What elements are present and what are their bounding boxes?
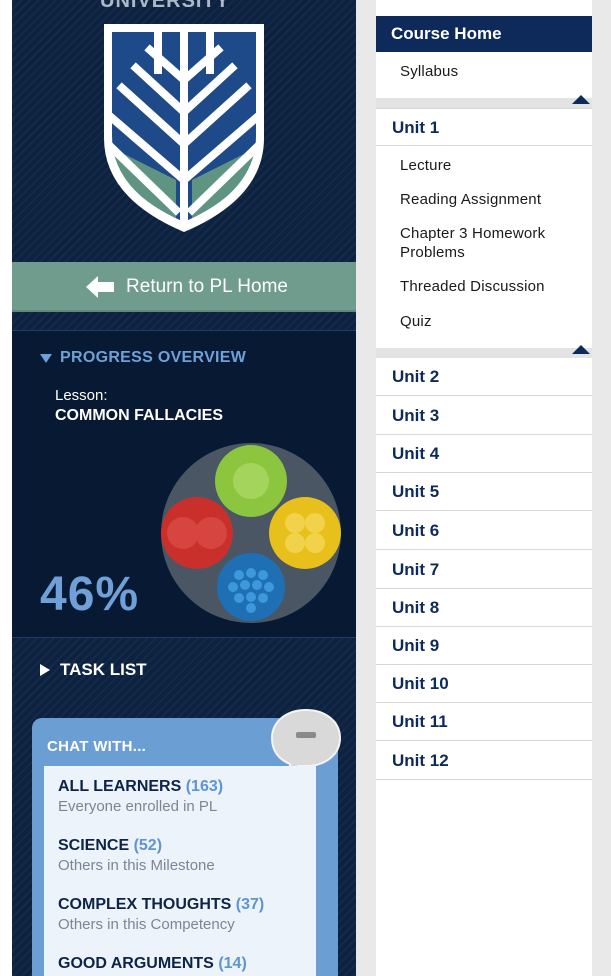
chat-item-name: ALL LEARNERS xyxy=(58,778,182,795)
unit-4-link[interactable]: Unit 4 xyxy=(376,435,592,473)
chat-item-name: COMPLEX THOUGHTS xyxy=(58,896,232,913)
chat-item-all-learners[interactable]: ALL LEARNERS (163) Everyone enrolled in … xyxy=(58,778,223,815)
unit-2-link[interactable]: Unit 2 xyxy=(376,358,592,396)
unit-6-link[interactable]: Unit 6 xyxy=(376,512,592,550)
chat-item-desc: Others in this Milestone xyxy=(58,857,215,874)
nav-top-spacer xyxy=(376,0,592,17)
unit-10-link[interactable]: Unit 10 xyxy=(376,665,592,703)
lesson-label: Lesson: xyxy=(55,387,108,404)
unit-12-link[interactable]: Unit 12 xyxy=(376,742,592,780)
chat-item-good-arguments[interactable]: GOOD ARGUMENTS (14) xyxy=(58,955,247,973)
chat-item-count: (163) xyxy=(185,778,224,795)
caret-down-icon xyxy=(40,353,52,363)
section-divider xyxy=(376,345,592,358)
chat-item-science[interactable]: SCIENCE (52) Others in this Milestone xyxy=(58,837,215,874)
unit-9-link[interactable]: Unit 9 xyxy=(376,627,592,665)
chat-panel: CHAT WITH... ALL LEARNERS (163) Everyone… xyxy=(32,708,342,976)
unit-1-item-discussion[interactable]: Threaded Discussion xyxy=(400,277,545,296)
unit-1-item-lecture[interactable]: Lecture xyxy=(400,156,451,175)
right-gutter xyxy=(592,0,611,976)
collapse-up-icon[interactable] xyxy=(572,345,590,354)
left-sidebar: UNIVERSITY Return to PL Home xyxy=(12,0,356,976)
course-nav: Course Home Syllabus Unit 1 Lecture Read… xyxy=(376,0,592,976)
university-crest-logo xyxy=(104,24,264,232)
return-button-label: Return to PL Home xyxy=(126,276,288,297)
unit-11-link[interactable]: Unit 11 xyxy=(376,703,592,741)
task-list-toggle[interactable]: TASK LIST xyxy=(40,660,147,680)
caret-right-icon xyxy=(40,664,50,676)
chat-item-complex-thoughts[interactable]: COMPLEX THOUGHTS (37) Others in this Com… xyxy=(58,896,264,933)
task-list-label: TASK LIST xyxy=(60,660,147,679)
chat-item-count: (14) xyxy=(218,955,247,972)
progress-overview-toggle[interactable]: PROGRESS OVERVIEW xyxy=(40,349,246,367)
chat-item-desc: Others in this Competency xyxy=(58,916,235,933)
university-wordmark: UNIVERSITY xyxy=(100,0,280,8)
chat-item-name: SCIENCE xyxy=(58,837,130,854)
unit-1-header[interactable]: Unit 1 xyxy=(376,108,592,146)
left-gutter xyxy=(356,0,376,976)
chat-list: ALL LEARNERS (163) Everyone enrolled in … xyxy=(44,766,316,976)
progress-percent: 46% xyxy=(40,568,140,621)
unit-1-item-quiz[interactable]: Quiz xyxy=(400,312,432,331)
unit-7-link[interactable]: Unit 7 xyxy=(376,551,592,589)
lesson-name: COMMON FALLACIES xyxy=(55,407,223,424)
unit-1-item-homework[interactable]: Chapter 3 Homework Problems xyxy=(400,224,586,262)
chat-item-desc: Everyone enrolled in PL xyxy=(58,798,218,815)
unit-1-item-reading[interactable]: Reading Assignment xyxy=(400,190,541,209)
chat-item-count: (52) xyxy=(133,837,163,854)
chat-item-count: (37) xyxy=(235,896,265,913)
course-home-link[interactable]: Course Home xyxy=(376,16,592,52)
progress-overview-panel: PROGRESS OVERVIEW Lesson: COMMON FALLACI… xyxy=(12,330,356,638)
section-divider xyxy=(376,95,592,108)
unit-8-link[interactable]: Unit 8 xyxy=(376,589,592,627)
progress-orbs-graphic xyxy=(161,443,341,623)
syllabus-link[interactable]: Syllabus xyxy=(400,62,458,81)
chat-title: CHAT WITH... xyxy=(47,738,147,755)
progress-overview-title: PROGRESS OVERVIEW xyxy=(60,349,247,366)
return-to-home-button[interactable]: Return to PL Home xyxy=(12,262,356,312)
chat-item-name: GOOD ARGUMENTS xyxy=(58,955,214,972)
unit-5-link[interactable]: Unit 5 xyxy=(376,473,592,511)
arrow-left-icon xyxy=(86,276,115,298)
unit-3-link[interactable]: Unit 3 xyxy=(376,397,592,435)
collapse-up-icon[interactable] xyxy=(572,95,590,104)
